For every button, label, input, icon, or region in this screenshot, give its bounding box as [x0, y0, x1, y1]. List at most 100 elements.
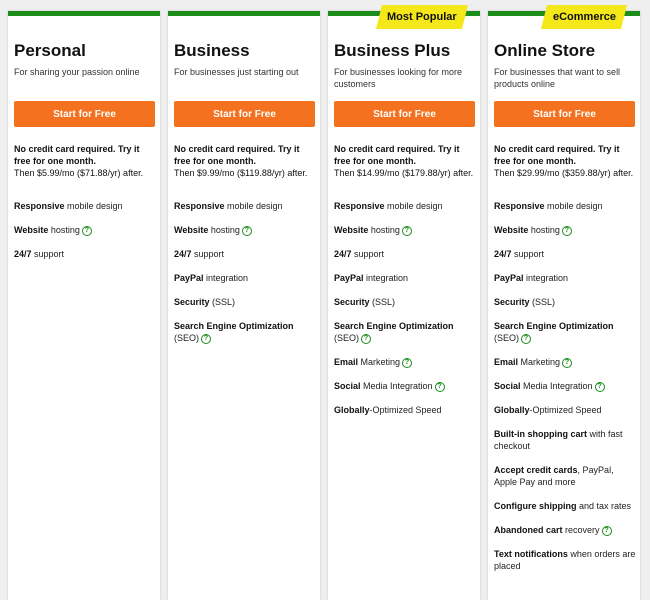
feature-highlight: Website: [334, 225, 369, 235]
help-icon[interactable]: ?: [561, 225, 572, 236]
feature-text: support: [31, 249, 65, 259]
trial-notice: No credit card required. Try it free for…: [14, 143, 156, 179]
feature-text: integration: [203, 273, 249, 283]
help-icon[interactable]: ?: [434, 381, 445, 392]
trial-notice-headline: No credit card required. Try it free for…: [14, 144, 140, 166]
help-icon[interactable]: ?: [521, 333, 532, 344]
feature-highlight: Responsive: [14, 201, 65, 211]
feature-item: Search Engine Optimization (SEO)?: [174, 320, 317, 344]
feature-list: Responsive mobile design Website hosting?…: [494, 200, 637, 584]
badge-label: eCommerce: [552, 11, 616, 23]
help-icon[interactable]: ?: [81, 225, 92, 236]
feature-highlight: PayPal: [334, 273, 364, 283]
feature-item: Responsive mobile design: [14, 200, 157, 212]
help-icon[interactable]: ?: [594, 381, 605, 392]
most-popular-badge: Most Popular: [376, 5, 468, 29]
help-icon[interactable]: ?: [562, 357, 573, 368]
feature-text: Media Integration: [520, 381, 593, 391]
plan-subtitle: For businesses looking for more customer…: [334, 67, 463, 89]
feature-text: -Optimized Speed: [529, 405, 602, 415]
trial-notice: No credit card required. Try it free for…: [334, 143, 476, 179]
feature-highlight: Configure shipping: [494, 501, 577, 511]
feature-highlight: Search Engine Optimization: [174, 321, 294, 331]
feature-text: and tax rates: [576, 501, 632, 511]
help-icon[interactable]: ?: [401, 225, 412, 236]
feature-text: integration: [363, 273, 409, 283]
plan-title: Business: [174, 41, 250, 60]
feature-text: (SEO): [174, 333, 200, 343]
feature-item: 24/7 support: [14, 248, 157, 260]
feature-item: PayPal integration: [494, 272, 637, 284]
feature-item: PayPal integration: [174, 272, 317, 284]
help-icon[interactable]: ?: [201, 333, 212, 344]
feature-item: Abandoned cart recovery?: [494, 524, 637, 536]
feature-item: 24/7 support: [494, 248, 637, 260]
feature-text: (SEO): [494, 333, 520, 343]
feature-highlight: Globally: [494, 405, 530, 415]
feature-item: Globally-Optimized Speed: [494, 404, 637, 416]
feature-item: PayPal integration: [334, 272, 477, 284]
feature-item: Text notifications when orders are place…: [494, 548, 637, 572]
feature-text: hosting: [48, 225, 80, 235]
feature-text: support: [511, 249, 545, 259]
feature-item: Configure shipping and tax rates: [494, 500, 637, 512]
start-for-free-button[interactable]: Start for Free: [334, 101, 475, 127]
feature-highlight: Globally: [334, 405, 370, 415]
plan-card-business: Business For businesses just starting ou…: [168, 11, 320, 600]
feature-highlight: 24/7: [174, 249, 192, 259]
trial-notice-price: Then $29.99/mo ($359.88/yr) after.: [494, 168, 634, 178]
feature-text: (SEO): [334, 333, 360, 343]
feature-item: Built-in shopping cart with fast checkou…: [494, 428, 637, 452]
feature-item: Website hosting?: [494, 224, 637, 236]
trial-notice-price: Then $5.99/mo ($71.88/yr) after.: [14, 168, 144, 178]
help-icon[interactable]: ?: [241, 225, 252, 236]
trial-notice: No credit card required. Try it free for…: [494, 143, 636, 179]
feature-highlight: Responsive: [174, 201, 225, 211]
feature-text: hosting: [528, 225, 560, 235]
feature-highlight: Social: [494, 381, 521, 391]
feature-text: Media Integration: [360, 381, 433, 391]
feature-item: 24/7 support: [334, 248, 477, 260]
feature-list: Responsive mobile design Website hosting?…: [14, 200, 157, 272]
feature-item: Security (SSL): [334, 296, 477, 308]
plan-subtitle: For businesses that want to sell product…: [494, 67, 621, 89]
feature-item: Social Media Integration?: [334, 380, 477, 392]
feature-text: Marketing: [518, 357, 561, 367]
feature-text: mobile design: [384, 201, 443, 211]
start-for-free-button[interactable]: Start for Free: [14, 101, 155, 127]
trial-notice-headline: No credit card required. Try it free for…: [494, 144, 620, 166]
start-for-free-button[interactable]: Start for Free: [174, 101, 315, 127]
feature-item: Website hosting?: [14, 224, 157, 236]
start-for-free-button[interactable]: Start for Free: [494, 101, 635, 127]
feature-item: Search Engine Optimization (SEO)?: [334, 320, 477, 344]
feature-highlight: PayPal: [174, 273, 204, 283]
trial-notice-headline: No credit card required. Try it free for…: [334, 144, 460, 166]
feature-highlight: 24/7: [494, 249, 512, 259]
badge-label: Most Popular: [387, 11, 457, 23]
ecommerce-badge: eCommerce: [541, 5, 627, 29]
plan-card-personal: Personal For sharing your passion online…: [8, 11, 160, 600]
feature-item: Responsive mobile design: [174, 200, 317, 212]
help-icon[interactable]: ?: [601, 525, 612, 536]
feature-text: hosting: [208, 225, 240, 235]
feature-text: support: [191, 249, 225, 259]
feature-text: hosting: [368, 225, 400, 235]
feature-highlight: Security: [494, 297, 530, 307]
help-icon[interactable]: ?: [402, 357, 413, 368]
feature-highlight: Search Engine Optimization: [334, 321, 454, 331]
feature-highlight: Search Engine Optimization: [494, 321, 614, 331]
feature-highlight: Email: [334, 357, 359, 367]
feature-highlight: PayPal: [494, 273, 524, 283]
feature-item: Security (SSL): [494, 296, 637, 308]
plan-top-bar: [8, 11, 160, 16]
feature-text: mobile design: [544, 201, 603, 211]
feature-item: Responsive mobile design: [334, 200, 477, 212]
help-icon[interactable]: ?: [361, 333, 372, 344]
feature-text: (SSL): [209, 297, 236, 307]
feature-text: integration: [523, 273, 569, 283]
plan-title: Business Plus: [334, 41, 451, 60]
feature-highlight: 24/7: [14, 249, 32, 259]
feature-highlight: Accept credit cards: [494, 465, 578, 475]
plan-subtitle: For businesses just starting out: [174, 67, 299, 77]
feature-text: mobile design: [224, 201, 283, 211]
